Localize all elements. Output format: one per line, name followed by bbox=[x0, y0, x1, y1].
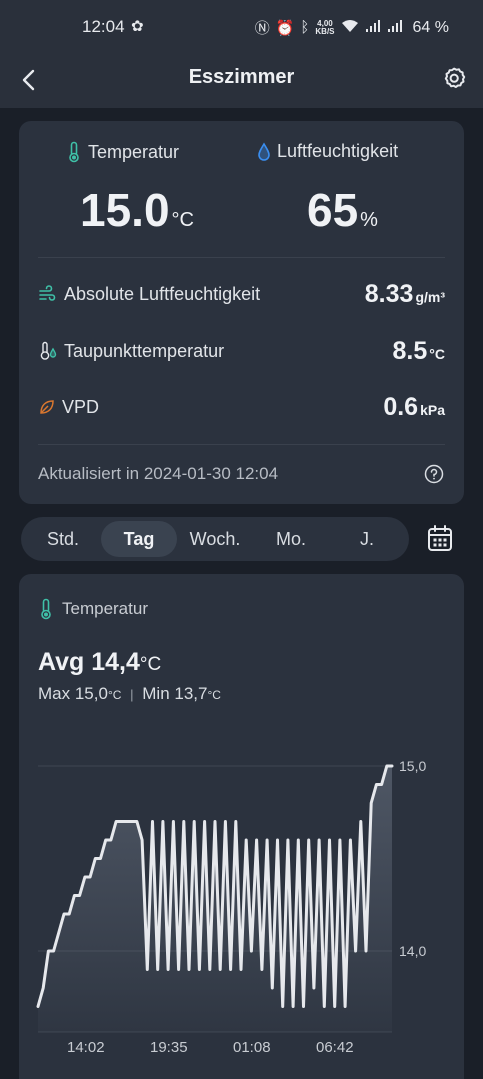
help-icon bbox=[424, 464, 444, 484]
absolute-humidity-row: Absolute Luftfeuchtigkeit 8.33 g/m³ bbox=[38, 274, 445, 314]
droplet-icon bbox=[258, 141, 270, 161]
help-button[interactable] bbox=[424, 464, 444, 484]
page-title: Esszimmer bbox=[188, 66, 295, 88]
y-tick-label: 15,0 bbox=[399, 758, 426, 774]
absolute-humidity-unit: g/m³ bbox=[415, 288, 445, 305]
humidity-unit: % bbox=[360, 209, 378, 231]
humidity-value: 65% bbox=[307, 184, 378, 236]
x-tick-label: 19:35 bbox=[150, 1039, 188, 1056]
thermometer-icon bbox=[69, 141, 79, 163]
dew-point-unit: °C bbox=[429, 345, 445, 362]
nfc-icon: Ⓝ bbox=[254, 20, 270, 37]
absolute-humidity-label: Absolute Luftfeuchtigkeit bbox=[64, 283, 261, 304]
temperature-label: Temperatur bbox=[88, 141, 180, 162]
x-tick-label: 01:08 bbox=[233, 1039, 271, 1056]
humidity-metric: Luftfeuchtigkeit bbox=[257, 141, 398, 162]
dew-point-row: Taupunkttemperatur 8.5 °C bbox=[38, 331, 445, 371]
app-bar: Esszimmer bbox=[0, 54, 483, 108]
absolute-humidity-value: 8.33 bbox=[364, 279, 414, 308]
vpd-row: VPD 0.6 kPa bbox=[38, 387, 445, 427]
gear-icon bbox=[444, 67, 466, 89]
tab-day[interactable]: Tag bbox=[101, 521, 177, 557]
summary-card: Temperatur Luftfeuchtigkeit 15.0 °C 65% A… bbox=[19, 121, 464, 504]
temperature-chart-card: Temperatur Avg 14,4°C Max 15,0°C | Min 1… bbox=[19, 574, 464, 1079]
x-tick-label: 06:42 bbox=[316, 1039, 354, 1056]
dew-point-value: 8.5 bbox=[392, 336, 428, 365]
tab-week[interactable]: Woch. bbox=[177, 521, 253, 557]
leaf-icon bbox=[40, 400, 54, 414]
tab-hour[interactable]: Std. bbox=[25, 521, 101, 557]
fan-icon: ✿ bbox=[131, 18, 144, 35]
tab-month[interactable]: Mo. bbox=[253, 521, 329, 557]
tab-year[interactable]: J. bbox=[329, 521, 405, 557]
vpd-value: 0.6 bbox=[383, 392, 419, 421]
signal-icon-2 bbox=[387, 19, 403, 37]
bluetooth-icon: ᛒ bbox=[300, 19, 310, 36]
calendar-button[interactable] bbox=[426, 524, 454, 554]
wifi-icon bbox=[341, 19, 359, 37]
temperature-value: 15.0 °C bbox=[80, 184, 194, 236]
status-icons: Ⓝ ⏰ ᛒ 4,00 KB/S 64 % bbox=[255, 17, 449, 38]
y-tick-label: 14,0 bbox=[399, 943, 426, 959]
period-tabs: Std. Tag Woch. Mo. J. bbox=[21, 517, 409, 561]
divider bbox=[38, 444, 445, 445]
dew-point-label: Taupunkttemperatur bbox=[64, 340, 225, 361]
temperature-unit: °C bbox=[171, 209, 194, 231]
calendar-icon bbox=[428, 525, 452, 551]
divider bbox=[38, 257, 445, 258]
vpd-label: VPD bbox=[62, 396, 100, 417]
vpd-unit: kPa bbox=[420, 401, 445, 418]
settings-button[interactable] bbox=[441, 65, 467, 91]
x-tick-label: 14:02 bbox=[67, 1039, 105, 1056]
temperature-line-chart[interactable]: 15,0 14,0 14:02 19:35 01:08 06:42 bbox=[19, 574, 464, 1079]
status-time: 12:04 bbox=[82, 17, 125, 36]
alarm-icon: ⏰ bbox=[275, 19, 295, 37]
battery-level: 64 % bbox=[412, 18, 449, 36]
signal-icon-1 bbox=[365, 19, 381, 37]
temperature-metric: Temperatur bbox=[66, 141, 179, 163]
dew-point-icon bbox=[40, 341, 57, 360]
status-bar: 12:04 ✿ Ⓝ ⏰ ᛒ 4,00 KB/S 64 % bbox=[0, 0, 483, 54]
last-updated: Aktualisiert in 2024-01-30 12:04 bbox=[38, 464, 279, 483]
network-speed: 4,00 KB/S bbox=[315, 18, 335, 36]
humidity-label: Luftfeuchtigkeit bbox=[277, 141, 399, 161]
wind-humidity-icon bbox=[39, 285, 56, 301]
